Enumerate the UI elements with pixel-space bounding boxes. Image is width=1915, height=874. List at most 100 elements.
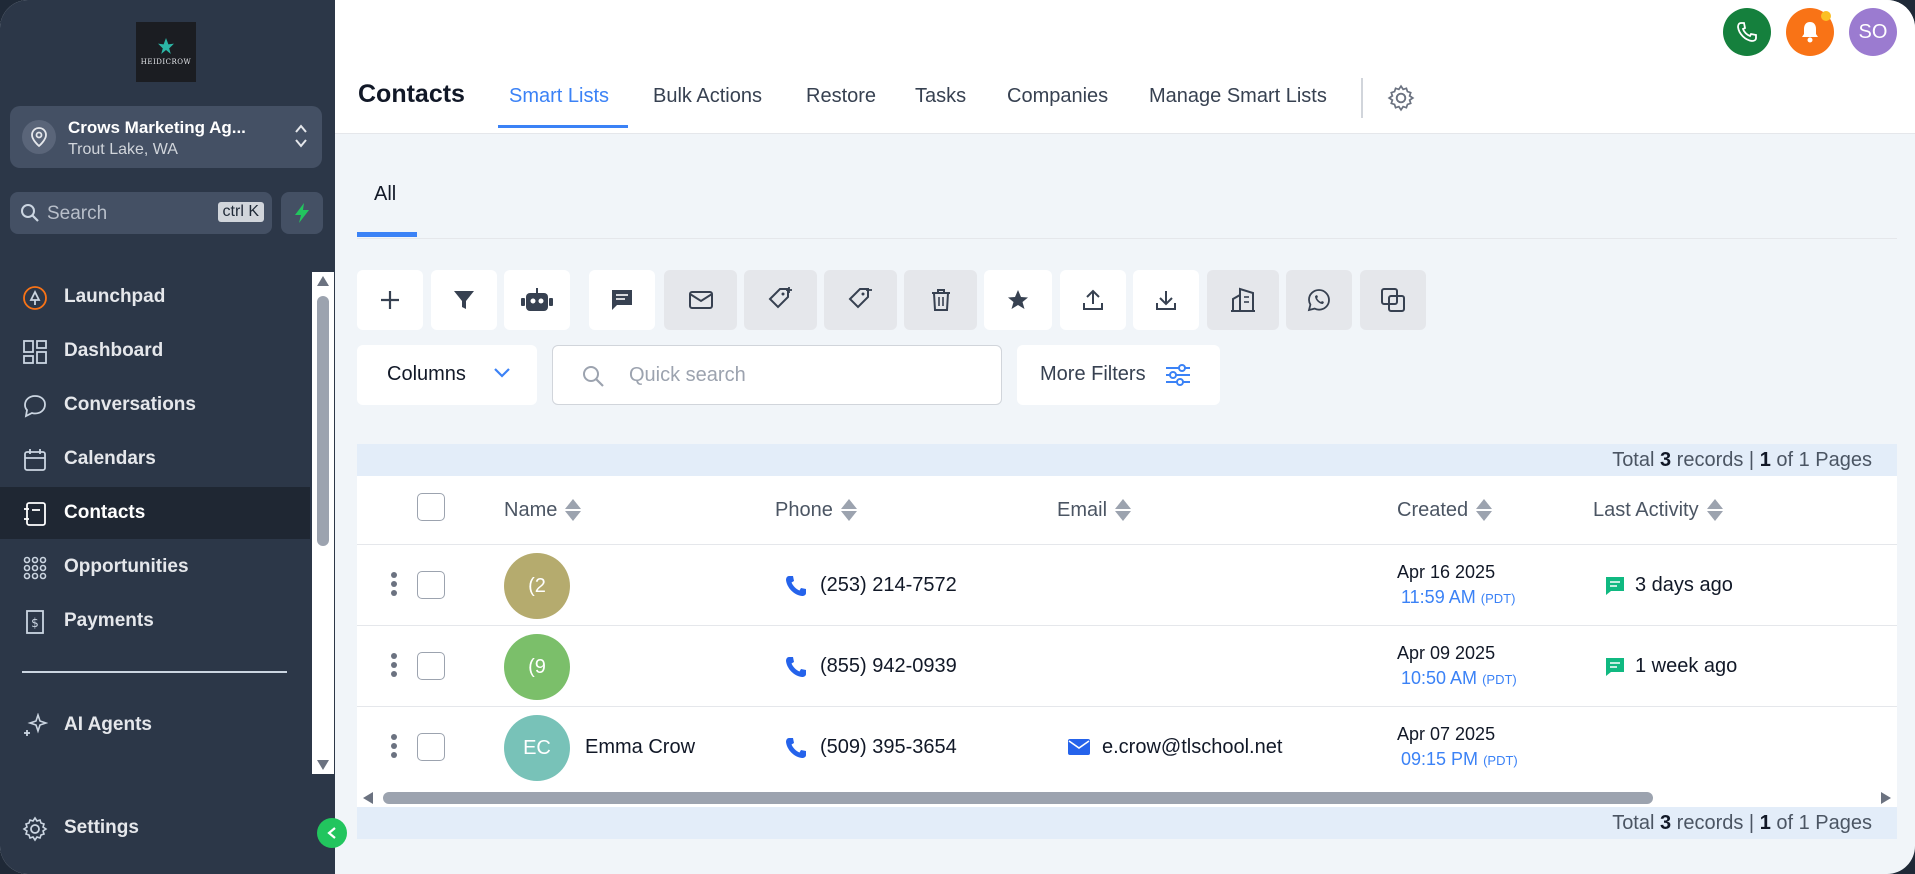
email-icon[interactable] [1068,739,1090,755]
row-checkbox[interactable] [417,733,445,761]
sidebar-item-ai-agents[interactable]: AI Agents [0,699,310,751]
sidebar-item-label: Contacts [64,502,146,523]
table-row[interactable]: (2 (253) 214-7572 Apr 16 2025 11:59 AM (… [357,544,1897,624]
contact-phone[interactable]: (253) 214-7572 [820,574,957,597]
phone-icon[interactable] [785,737,807,759]
sidebar-item-opportunities[interactable]: Opportunities [0,541,310,593]
sidebar-item-payments[interactable]: $ Payments [0,595,310,647]
column-header-email[interactable]: Email [1057,498,1132,522]
column-header-name[interactable]: Name [504,498,582,522]
scroll-up-arrow[interactable] [317,276,329,286]
contact-avatar[interactable]: EC [504,715,570,781]
chevron-left-icon [327,827,336,839]
sidebar-search[interactable]: Search ctrl K [10,192,272,234]
columns-label: Columns [387,363,466,385]
sort-icon[interactable] [565,498,582,522]
notifications-button[interactable] [1786,8,1834,56]
row-menu-icon[interactable] [391,572,397,599]
merge-button[interactable] [1360,270,1426,330]
scroll-down-arrow[interactable] [317,760,329,770]
contact-avatar[interactable]: (9 [504,634,570,700]
contact-phone[interactable]: (855) 942-0939 [820,655,957,678]
send-email-button[interactable] [664,270,737,330]
tab-companies[interactable]: Companies [1007,85,1108,108]
sidebar-item-label: Settings [64,817,139,838]
contact-email[interactable]: e.crow@tlschool.net [1102,736,1282,759]
tab-bulk-actions[interactable]: Bulk Actions [653,85,762,108]
sort-icon[interactable] [1706,498,1723,522]
scroll-thumb[interactable] [317,296,329,546]
tab-restore[interactable]: Restore [806,85,876,108]
table-row[interactable]: (9 (855) 942-0939 Apr 09 2025 10:50 AM (… [357,625,1897,705]
column-header-last-activity[interactable]: Last Activity [1593,498,1723,522]
contact-name[interactable]: Emma Crow [585,736,695,759]
column-header-phone[interactable]: Phone [775,498,857,522]
select-all-checkbox[interactable] [417,493,445,521]
row-menu-icon[interactable] [391,653,397,680]
scroll-right-arrow[interactable] [1881,792,1891,804]
scroll-left-arrow[interactable] [363,792,373,804]
sidebar-item-label: Launchpad [64,286,166,307]
account-switcher[interactable]: Crows Marketing Ag... Trout Lake, WA [10,106,322,168]
companies-button[interactable] [1207,270,1279,330]
row-menu-icon[interactable] [391,734,397,761]
sidebar-item-label: Dashboard [64,340,164,361]
sidebar-item-launchpad[interactable]: Launchpad [0,271,310,323]
send-sms-button[interactable] [589,270,655,330]
phone-button[interactable] [1723,8,1771,56]
sidebar-item-contacts[interactable]: Contacts [0,487,310,539]
sidebar-item-settings[interactable]: Settings [0,802,310,854]
table-horizontal-scrollbar[interactable] [357,786,1897,808]
contact-phone[interactable]: (509) 395-3654 [820,736,957,759]
column-header-created[interactable]: Created [1397,498,1493,522]
subtab-all[interactable]: All [374,183,396,206]
more-filters-label: More Filters [1040,363,1146,385]
add-icon [381,291,399,309]
sidebar-item-label: Payments [64,610,154,631]
columns-dropdown[interactable]: Columns [357,345,537,405]
more-filters-button[interactable]: More Filters [1017,345,1220,405]
collapse-sidebar-button[interactable] [317,818,347,848]
remove-tag-button[interactable] [824,270,897,330]
chevron-down-icon [494,368,510,378]
add-tag-button[interactable] [744,270,817,330]
tab-tasks[interactable]: Tasks [915,85,966,108]
table-row[interactable]: EC Emma Crow (509) 395-3654 e.crow@tlsch… [357,706,1897,786]
quick-search-input[interactable]: Quick search [552,345,1002,405]
export-button[interactable] [1133,270,1199,330]
sort-icon[interactable] [1115,498,1132,522]
tab-smart-lists[interactable]: Smart Lists [509,85,609,108]
upload-icon [1083,289,1103,310]
records-summary-top: Total 3 records | 1 of 1 Pages [357,444,1897,476]
row-checkbox[interactable] [417,652,445,680]
sidebar-item-conversations[interactable]: Conversations [0,379,310,431]
gear-icon[interactable] [1387,84,1415,112]
quick-action-button[interactable] [281,192,323,234]
add-contact-button[interactable] [357,270,423,330]
scroll-thumb[interactable] [383,792,1653,804]
whatsapp-button[interactable] [1286,270,1352,330]
phone-icon[interactable] [785,656,807,678]
sidebar-item-dashboard[interactable]: Dashboard [0,325,310,377]
contact-avatar[interactable]: (2 [504,553,570,619]
chevron-updown-icon [294,122,308,153]
sidebar-item-label: AI Agents [64,714,152,735]
phone-icon[interactable] [785,575,807,597]
delete-icon [931,289,950,311]
star-button[interactable] [984,270,1052,330]
remove-tag-icon [848,288,872,309]
sort-icon[interactable] [840,498,857,522]
filter-button[interactable] [431,270,497,330]
receipt-icon: $ [26,610,44,634]
sidebar-item-calendars[interactable]: Calendars [0,433,310,485]
account-location: Trout Lake, WA [68,141,178,158]
sidebar-item-label: Conversations [64,394,196,415]
automation-button[interactable] [504,270,570,330]
import-button[interactable] [1060,270,1126,330]
sort-icon[interactable] [1476,498,1493,522]
tab-manage-smart-lists[interactable]: Manage Smart Lists [1149,85,1327,108]
row-checkbox[interactable] [417,571,445,599]
delete-button[interactable] [904,270,977,330]
sidebar-scrollbar[interactable] [312,272,334,774]
user-avatar[interactable]: SO [1849,8,1897,56]
